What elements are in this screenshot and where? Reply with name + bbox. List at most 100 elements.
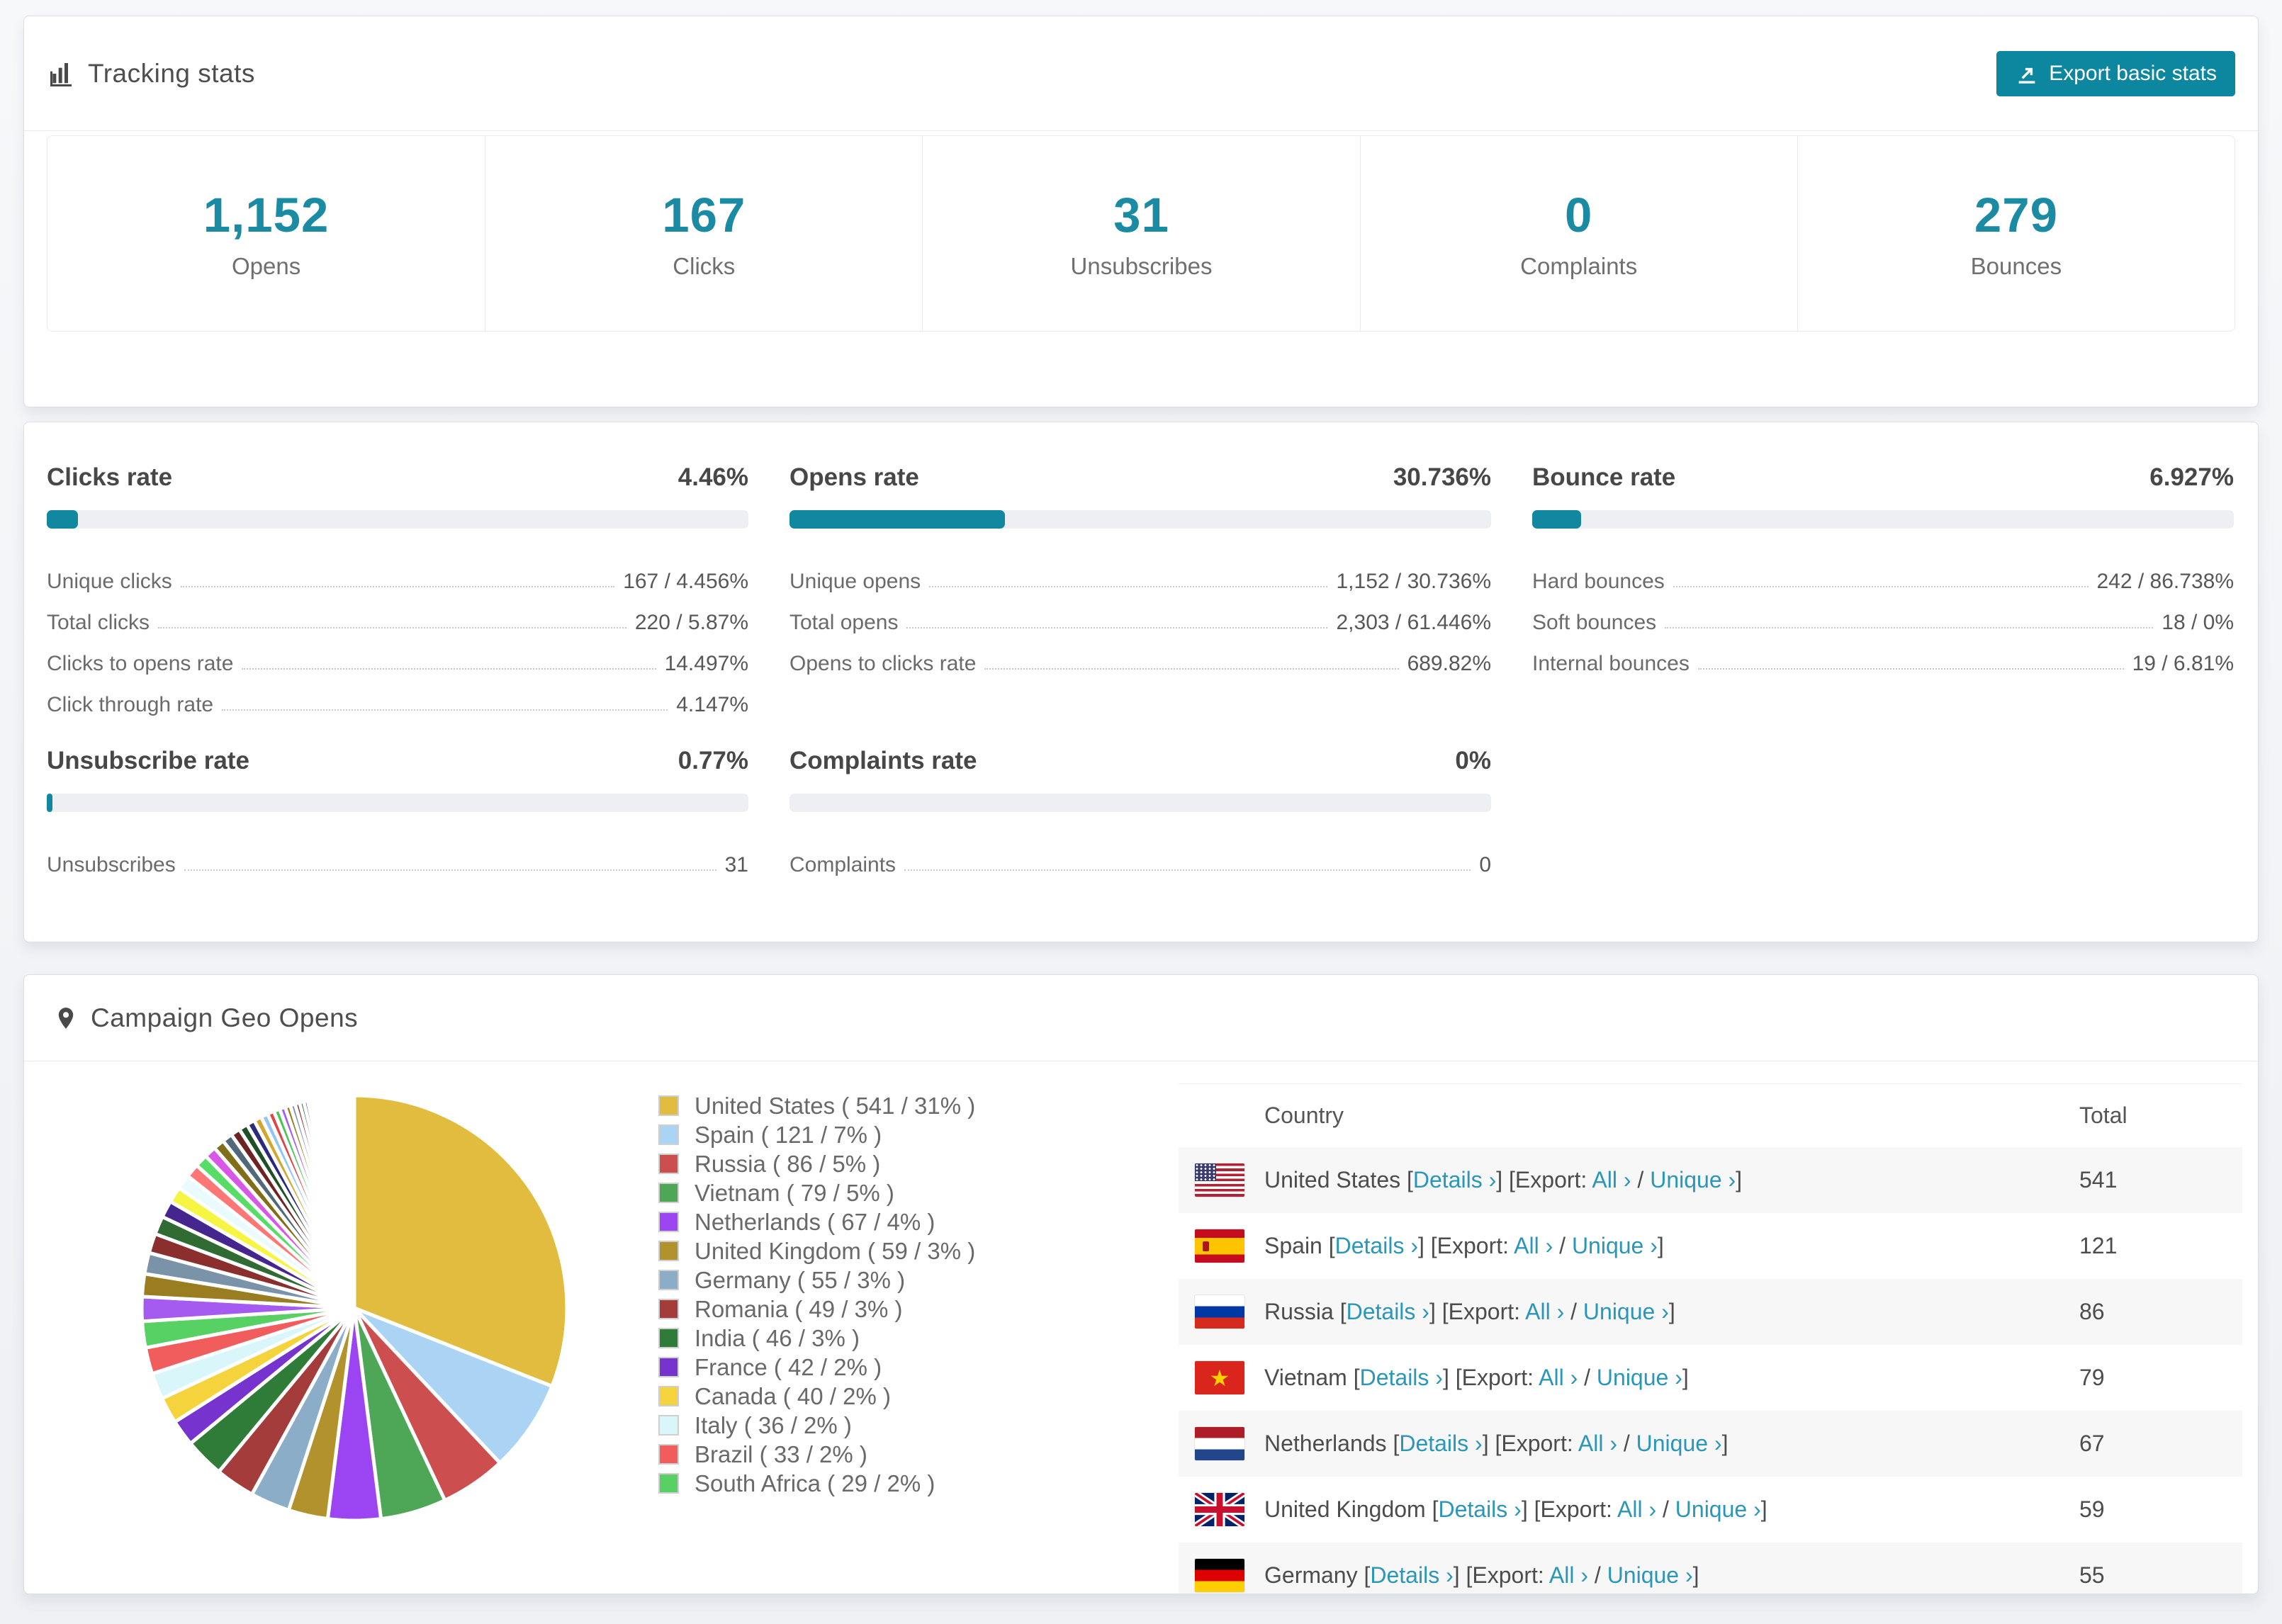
export-unique-link[interactable]: Unique › [1607, 1562, 1693, 1588]
rate-block-complaints-rate: Complaints rate 0% Complaints 0 [789, 747, 1491, 877]
export-all-link[interactable]: All › [1539, 1365, 1578, 1390]
punctuation: [ [1357, 1562, 1371, 1588]
punctuation: ] [1657, 1233, 1664, 1258]
panel-title: Tracking stats [88, 58, 255, 88]
country-cell: Vietnam [Details ›] [Export: All › / Uni… [1264, 1365, 2079, 1391]
details-link[interactable]: Details › [1413, 1167, 1496, 1192]
rate-row-value: 167 / 4.456% [623, 569, 748, 593]
rate-rows: Hard bounces 242 / 86.738% Soft bounces 18 … [1532, 553, 2234, 676]
column-header-total: Total [2079, 1103, 2128, 1128]
punctuation: [ [1322, 1233, 1335, 1258]
export-all-link[interactable]: All › [1592, 1167, 1631, 1192]
punctuation: [ [1347, 1365, 1360, 1390]
dotted-leader [1697, 668, 2124, 670]
punctuation: [ [1425, 1496, 1439, 1522]
rate-row-label: Soft bounces [1532, 610, 1657, 634]
details-link[interactable]: Details › [1360, 1365, 1443, 1390]
flag-cell [1179, 1427, 1264, 1460]
details-link[interactable]: Details › [1335, 1233, 1418, 1258]
dotted-leader [984, 668, 1399, 670]
rate-block-unsubscribe-rate: Unsubscribe rate 0.77% Unsubscribes 31 [47, 747, 748, 877]
dotted-leader [242, 668, 656, 670]
rate-row-label: Clicks to opens rate [47, 651, 234, 675]
punctuation [1612, 1496, 1617, 1522]
export-label: Export: [1448, 1299, 1520, 1324]
tracking-stats-panel: Tracking stats Export basic stats 1,152 O… [23, 16, 2259, 407]
rate-row: Complaints 0 [789, 836, 1491, 877]
rate-row-label: Unsubscribes [47, 852, 176, 876]
stat-label: Complaints [1520, 253, 1638, 279]
legend-swatch [658, 1444, 679, 1465]
export-all-link[interactable]: All › [1514, 1233, 1553, 1258]
country-name: Russia [1264, 1299, 1334, 1324]
legend-item: Canada ( 40 / 2% ) [658, 1382, 975, 1411]
progress-bar [789, 510, 1491, 529]
bar-chart-icon [50, 62, 72, 86]
export-all-link[interactable]: All › [1549, 1562, 1588, 1588]
punctuation: [ [1333, 1299, 1347, 1324]
dotted-leader [904, 869, 1471, 871]
export-all-link[interactable]: All › [1617, 1496, 1656, 1522]
export-label: Export: [1501, 1431, 1573, 1456]
rate-row-label: Total clicks [47, 610, 150, 634]
legend-swatch [658, 1270, 679, 1290]
legend-item: South Africa ( 29 / 2% ) [658, 1469, 975, 1498]
stat-cell-unsubscribes: 31 Unsubscribes [922, 136, 1359, 331]
details-link[interactable]: Details › [1370, 1562, 1453, 1588]
export-unique-link[interactable]: Unique › [1636, 1431, 1722, 1456]
rate-value: 4.46% [678, 463, 748, 491]
legend-item: United States ( 541 / 31% ) [658, 1091, 975, 1120]
flag-cell [1179, 1163, 1264, 1197]
progress-bar [789, 794, 1491, 812]
table-row-nl: Netherlands [Details ›] [Export: All › /… [1179, 1411, 2242, 1477]
legend-label: United States ( 541 / 31% ) [695, 1092, 976, 1119]
stat-cell-bounces: 279 Bounces [1797, 136, 2235, 331]
us-flag-icon [1195, 1163, 1244, 1197]
table-row-us: United States [Details ›] [Export: All ›… [1179, 1147, 2242, 1213]
rate-row: Unique clicks 167 / 4.456% [47, 553, 748, 594]
details-link[interactable]: Details › [1438, 1496, 1521, 1522]
table-row-gb: United Kingdom [Details ›] [Export: All … [1179, 1477, 2242, 1543]
country-name: Vietnam [1264, 1365, 1347, 1390]
punctuation: ] [1721, 1431, 1729, 1456]
rate-title: Opens rate [789, 463, 919, 491]
legend-swatch [658, 1415, 679, 1436]
rate-row-value: 19 / 6.81% [2132, 651, 2234, 675]
punctuation: / [1617, 1431, 1636, 1456]
country-name: Germany [1264, 1562, 1358, 1588]
rate-title: Unsubscribe rate [47, 747, 249, 774]
es-flag-icon [1195, 1229, 1244, 1263]
stat-cell-complaints: 0 Complaints [1359, 136, 1797, 331]
export-all-link[interactable]: All › [1578, 1431, 1617, 1456]
table-body: United States [Details ›] [Export: All ›… [1179, 1147, 2242, 1594]
rate-block-opens-rate: Opens rate 30.736% Unique opens 1,152 / 30.… [789, 463, 1491, 717]
export-unique-link[interactable]: Unique › [1572, 1233, 1658, 1258]
dotted-leader [184, 869, 716, 871]
details-link[interactable]: Details › [1347, 1299, 1429, 1324]
export-basic-stats-button[interactable]: Export basic stats [1996, 50, 2235, 96]
export-unique-link[interactable]: Unique › [1583, 1299, 1669, 1324]
country-name: United Kingdom [1264, 1496, 1426, 1522]
rates-grid: Clicks rate 4.46% Unique clicks 167 / 4.456… [47, 463, 2234, 877]
export-unique-link[interactable]: Unique › [1597, 1365, 1682, 1390]
geo-opens-header: Campaign Geo Opens [24, 975, 2258, 1061]
rate-head: Complaints rate 0% [789, 747, 1491, 775]
export-unique-link[interactable]: Unique › [1650, 1167, 1736, 1192]
rate-row: Clicks to opens rate 14.497% [47, 635, 748, 676]
table-row-es: Spain [Details ›] [Export: All › / Uniqu… [1179, 1213, 2242, 1279]
export-all-link[interactable]: All › [1525, 1299, 1564, 1324]
gb-flag-icon [1195, 1493, 1244, 1526]
legend-swatch [658, 1241, 679, 1261]
details-link[interactable]: Details › [1399, 1431, 1482, 1456]
legend-item: Spain ( 121 / 7% ) [658, 1120, 975, 1149]
export-unique-link[interactable]: Unique › [1675, 1496, 1761, 1522]
rate-head: Clicks rate 4.46% [47, 463, 748, 492]
rate-row-value: 1,152 / 30.736% [1336, 569, 1491, 593]
legend-swatch [658, 1328, 679, 1348]
legend-item: Germany ( 55 / 3% ) [658, 1265, 975, 1295]
export-label: Export: [1540, 1496, 1612, 1522]
rate-rows: Unique clicks 167 / 4.456% Total clicks 220… [47, 553, 748, 717]
rate-row-value: 689.82% [1407, 651, 1491, 675]
legend-item: Brazil ( 33 / 2% ) [658, 1440, 975, 1469]
rate-value: 6.927% [2149, 463, 2234, 491]
